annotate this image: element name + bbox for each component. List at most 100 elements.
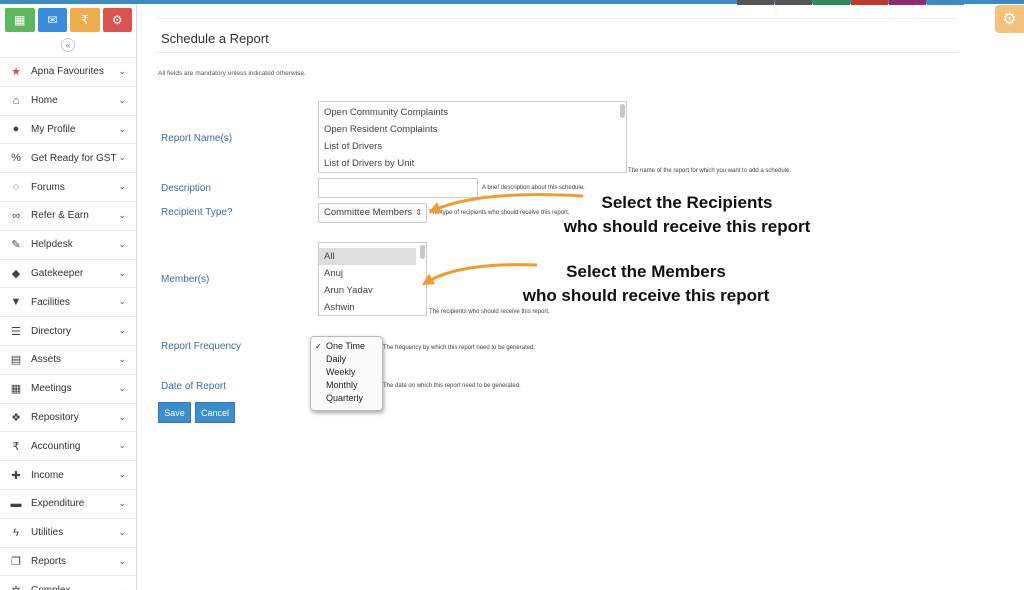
wrench-icon: ✎ <box>11 239 21 252</box>
sidebar-item-facilities[interactable]: ▼ Facilities ⌄ <box>0 287 136 316</box>
report-frequency-dropdown[interactable]: ✓ One Time Daily Weekly Monthly Quarterly <box>310 336 383 411</box>
dashboard-icon[interactable]: ▦ <box>5 8 35 32</box>
sidebar-item-home[interactable]: ⌂ Home ⌄ <box>0 85 136 115</box>
cocktail-icon: ▼ <box>10 296 22 309</box>
sidebar-item-label: Assets <box>31 354 62 366</box>
members-callout-line1: Select the Members <box>566 262 726 281</box>
chevron-down-icon: ⌄ <box>118 353 126 364</box>
members-callout-line2: who should receive this report <box>522 286 770 305</box>
sidebar-item-label: Complex <box>31 585 70 590</box>
description-label: Description <box>161 183 212 194</box>
home-icon: ⌂ <box>12 94 20 107</box>
sidebar-item-accounting[interactable]: ₹ Accounting ⌄ <box>0 431 136 460</box>
frequency-option-label: Daily <box>326 354 347 364</box>
plus-icon: ✚ <box>11 469 21 482</box>
member-option[interactable]: All <box>319 248 416 265</box>
copy-icon: ❐ <box>11 555 21 568</box>
report-option[interactable]: Open Resident Complaints <box>319 121 626 138</box>
chat-icon[interactable]: ✉ <box>37 8 67 32</box>
save-button[interactable]: Save <box>158 402 191 423</box>
frequency-option[interactable]: Quarterly <box>311 392 382 405</box>
frequency-option[interactable]: Monthly <box>311 379 382 392</box>
sidebar: ▦ ✉ ₹ ⚙ « ★ Apna Favourites ⌄ ⌂ Home ⌄ ● My Pro… <box>0 4 137 590</box>
member-option[interactable]: Arun Yadav <box>319 282 426 299</box>
sidebar-item-get-ready-for-gst[interactable]: % Get Ready for GST ⌄ <box>0 143 136 172</box>
divider <box>155 52 958 53</box>
description-input[interactable] <box>318 178 478 198</box>
chevron-down-icon: ⌄ <box>118 123 126 134</box>
sidebar-item-utilities[interactable]: ϟ Utilities ⌄ <box>0 517 136 547</box>
sidebar-item-label: Forums <box>31 181 65 193</box>
sidebar-item-label: Reports <box>31 555 67 567</box>
chevron-down-icon: ⌄ <box>118 555 126 566</box>
chevron-down-icon: ⌄ <box>118 584 126 590</box>
shield-icon: ◆ <box>11 267 21 280</box>
settings-icon[interactable]: ⚙ <box>102 8 132 32</box>
frequency-option-label: Quarterly <box>326 393 364 403</box>
sidebar-item-label: Income <box>31 469 64 481</box>
sidebar-item-forums[interactable]: ◌ Forums ⌄ <box>0 172 136 201</box>
recipients-callout: Select the Recipients who should receive… <box>537 191 837 239</box>
minus-icon: ▬ <box>10 497 22 510</box>
frequency-option[interactable]: ✓ One Time <box>311 340 382 353</box>
sidebar-item-helpdesk[interactable]: ✎ Helpdesk ⌄ <box>0 229 136 259</box>
star-icon: ★ <box>11 66 21 79</box>
chevron-down-icon: ⌄ <box>118 325 126 336</box>
list-icon: ☰ <box>11 325 21 338</box>
sidebar-item-expenditure[interactable]: ▬ Expenditure ⌄ <box>0 488 136 518</box>
sidebar-item-label: Repository <box>31 411 79 423</box>
sidebar-item-repository[interactable]: ❖ Repository ⌄ <box>0 402 136 432</box>
collapse-sidebar-icon[interactable]: « <box>61 38 75 52</box>
sidebar-item-label: Refer & Earn <box>31 210 89 222</box>
report-names-listbox[interactable]: Open Community Complaints Open Resident C… <box>318 101 627 173</box>
bolt-icon: ϟ <box>13 526 19 539</box>
member-option[interactable]: Anuj <box>319 265 426 282</box>
scrollbar[interactable] <box>620 104 625 118</box>
frequency-option[interactable]: Weekly <box>311 366 382 379</box>
report-names-label: Report Name(s) <box>161 133 233 144</box>
recipients-callout-line2: who should receive this report <box>563 217 811 236</box>
frequency-option[interactable]: Daily <box>311 353 382 366</box>
members-listbox[interactable]: All Anuj Arun Yadav Ashwin <box>318 242 427 316</box>
sidebar-item-label: My Profile <box>31 123 76 135</box>
rupee-icon[interactable]: ₹ <box>70 8 100 32</box>
sidebar-item-gatekeeper[interactable]: ◆ Gatekeeper ⌄ <box>0 258 136 288</box>
sidebar-item-label: Utilities <box>31 527 64 539</box>
members-help: The recipients who should receive this r… <box>429 309 550 315</box>
calendar-icon: ▦ <box>10 383 22 396</box>
handshake-icon: ∞ <box>12 209 20 222</box>
building-icon: ▤ <box>10 354 22 367</box>
chevron-down-icon: ⌄ <box>118 411 126 422</box>
sidebar-item-assets[interactable]: ▤ Assets ⌄ <box>0 344 136 374</box>
sidebar-item-label: Meetings <box>31 383 72 395</box>
member-option[interactable]: Ashwin <box>319 299 426 315</box>
sidebar-item-apna-favourites[interactable]: ★ Apna Favourites ⌄ <box>0 57 136 86</box>
scrollbar[interactable] <box>420 245 425 259</box>
report-names-help: The name of the report for which you wan… <box>628 168 792 174</box>
sidebar-item-label: Get Ready for GST <box>31 152 117 164</box>
sidebar-item-reports[interactable]: ❐ Reports ⌄ <box>0 546 136 576</box>
report-option[interactable]: Open Community Complaints <box>319 104 626 121</box>
sidebar-item-refer-earn[interactable]: ∞ Refer & Earn ⌄ <box>0 200 136 230</box>
report-option[interactable]: List of Drivers <box>319 138 626 155</box>
chevron-down-icon: ⌄ <box>118 526 126 537</box>
recipient-type-value: Committee Members <box>324 207 413 218</box>
recipient-type-select[interactable]: Committee Members ⇕ <box>318 203 427 223</box>
sidebar-item-complex[interactable]: ✲ Complex ⌄ <box>0 575 136 590</box>
chevron-down-icon: ⌄ <box>118 209 126 220</box>
sidebar-item-my-profile[interactable]: ● My Profile ⌄ <box>0 114 136 144</box>
chevron-down-icon: ⌄ <box>118 296 126 307</box>
sidebar-item-directory[interactable]: ☰ Directory ⌄ <box>0 316 136 345</box>
user-icon: ● <box>12 123 20 136</box>
sidebar-item-label: Directory <box>31 325 72 337</box>
cancel-button[interactable]: Cancel <box>195 402 235 423</box>
sidebar-item-label: Expenditure <box>31 498 85 510</box>
report-option[interactable]: List of Drivers by Unit <box>319 155 626 172</box>
chevron-down-icon: ⌄ <box>118 267 126 278</box>
chevron-down-icon: ⌄ <box>118 94 126 105</box>
sidebar-item-income[interactable]: ✚ Income ⌄ <box>0 460 136 489</box>
chevron-down-icon: ⌄ <box>118 469 126 480</box>
sidebar-item-meetings[interactable]: ▦ Meetings ⌄ <box>0 373 136 403</box>
dropbox-icon: ❖ <box>11 411 21 424</box>
sidebar-item-label: Helpdesk <box>31 239 73 251</box>
